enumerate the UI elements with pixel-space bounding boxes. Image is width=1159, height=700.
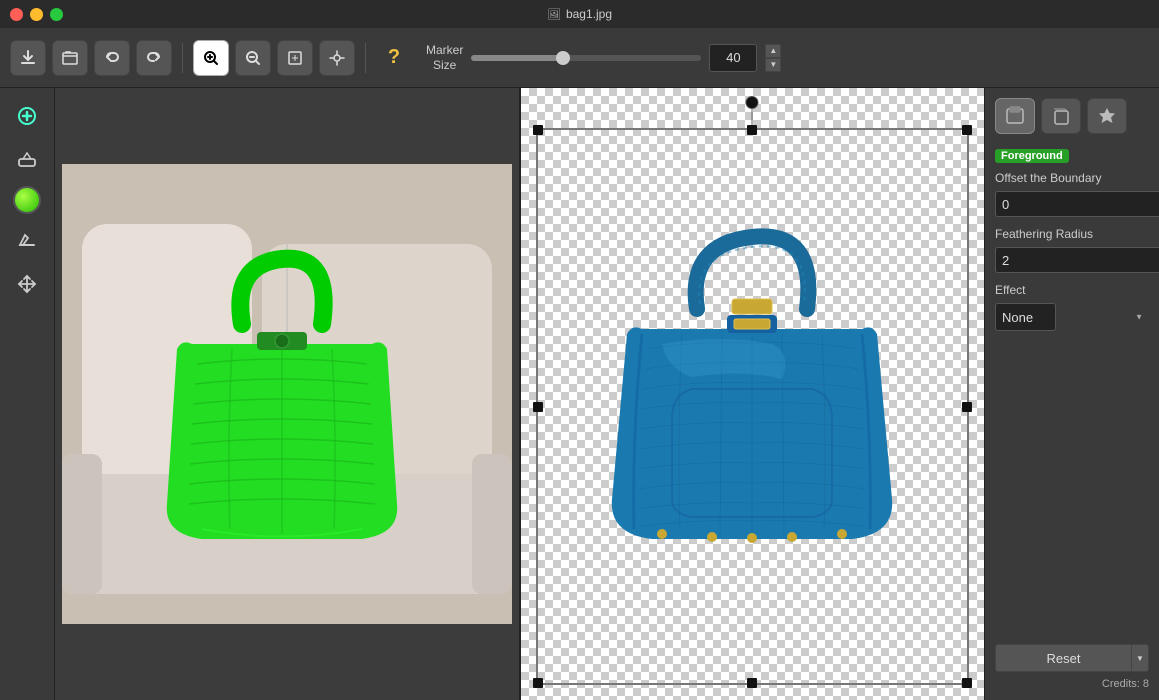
foreground-badge: Foreground xyxy=(995,149,1069,163)
foreground-section: Foreground Offset the Boundary ▲ ▼ Feath… xyxy=(995,146,1149,341)
title-text: bag1.jpg xyxy=(566,7,612,21)
titlebar: 🖼 bag1.jpg xyxy=(0,0,1159,28)
toolbar: ? MarkerSize 40 ▲ ▼ xyxy=(0,28,1159,88)
handle-br[interactable] xyxy=(962,678,972,688)
effect-label: Effect xyxy=(995,283,1149,297)
handle-bm[interactable] xyxy=(747,678,757,688)
selection-overlay xyxy=(521,88,985,700)
panel-tabs xyxy=(995,98,1149,134)
offset-input[interactable] xyxy=(995,191,1159,217)
main-content: Foreground Offset the Boundary ▲ ▼ Feath… xyxy=(0,88,1159,700)
maximize-button[interactable] xyxy=(50,8,63,21)
export-button[interactable] xyxy=(10,40,46,76)
marker-size-slider[interactable] xyxy=(471,55,701,61)
handle-tm[interactable] xyxy=(747,125,757,135)
marker-size-stepper[interactable]: ▲ ▼ xyxy=(765,44,781,72)
handle-ml[interactable] xyxy=(533,402,543,412)
feathering-input[interactable] xyxy=(995,247,1159,273)
right-panel: Foreground Offset the Boundary ▲ ▼ Feath… xyxy=(984,88,1159,700)
handle-tl[interactable] xyxy=(533,125,543,135)
divider-2 xyxy=(365,43,366,73)
window-title: 🖼 bag1.jpg xyxy=(547,7,612,21)
original-image-panel[interactable] xyxy=(55,88,521,700)
marker-size-value: 40 xyxy=(709,44,757,72)
background-eraser-button[interactable] xyxy=(9,222,45,258)
close-button[interactable] xyxy=(10,8,23,21)
feathering-input-row: ▲ ▼ xyxy=(995,247,1149,273)
move-button[interactable] xyxy=(9,266,45,302)
left-sidebar xyxy=(0,88,55,700)
zoom-in-button[interactable] xyxy=(193,40,229,76)
extracted-image-panel[interactable] xyxy=(521,88,985,700)
effect-select-row: None Blur Shadow Glow xyxy=(995,303,1149,331)
handle-bl[interactable] xyxy=(533,678,543,688)
tab-copy[interactable] xyxy=(1041,98,1081,134)
offset-input-row: ▲ ▼ xyxy=(995,191,1149,217)
credits-bar: Credits: 8 xyxy=(995,678,1149,690)
effect-select-wrapper: None Blur Shadow Glow xyxy=(995,303,1149,331)
marker-size-label: MarkerSize xyxy=(426,43,463,72)
reset-button[interactable]: Reset xyxy=(995,644,1131,672)
open-button[interactable] xyxy=(52,40,88,76)
reset-dropdown[interactable]: ▼ xyxy=(1131,644,1149,672)
help-button[interactable]: ? xyxy=(376,40,412,76)
divider-1 xyxy=(182,43,183,73)
reset-row: Reset ▼ xyxy=(995,644,1149,672)
handle-mr[interactable] xyxy=(962,402,972,412)
offset-label: Offset the Boundary xyxy=(995,171,1149,185)
marker-step-down[interactable]: ▼ xyxy=(765,58,781,72)
selection-border xyxy=(536,128,970,685)
window-controls xyxy=(10,8,63,21)
fit-button[interactable] xyxy=(277,40,313,76)
foreground-color-indicator[interactable] xyxy=(13,186,41,214)
tab-favorites[interactable] xyxy=(1087,98,1127,134)
center-button[interactable] xyxy=(319,40,355,76)
paint-brush-button[interactable] xyxy=(9,98,45,134)
panel-spacer xyxy=(995,353,1149,636)
undo-button[interactable] xyxy=(94,40,130,76)
redo-button[interactable] xyxy=(136,40,172,76)
original-image xyxy=(62,164,512,624)
handle-tr[interactable] xyxy=(962,125,972,135)
zoom-out-button[interactable] xyxy=(235,40,271,76)
feathering-label: Feathering Radius xyxy=(995,227,1149,241)
marker-step-up[interactable]: ▲ xyxy=(765,44,781,58)
image-area xyxy=(55,88,984,700)
green-bag xyxy=(152,244,412,564)
eraser-button[interactable] xyxy=(9,142,45,178)
marker-size-group: MarkerSize 40 ▲ ▼ xyxy=(426,43,781,72)
effect-select[interactable]: None Blur Shadow Glow xyxy=(995,303,1056,331)
file-icon: 🖼 xyxy=(547,8,561,21)
tab-layers[interactable] xyxy=(995,98,1035,134)
minimize-button[interactable] xyxy=(30,8,43,21)
